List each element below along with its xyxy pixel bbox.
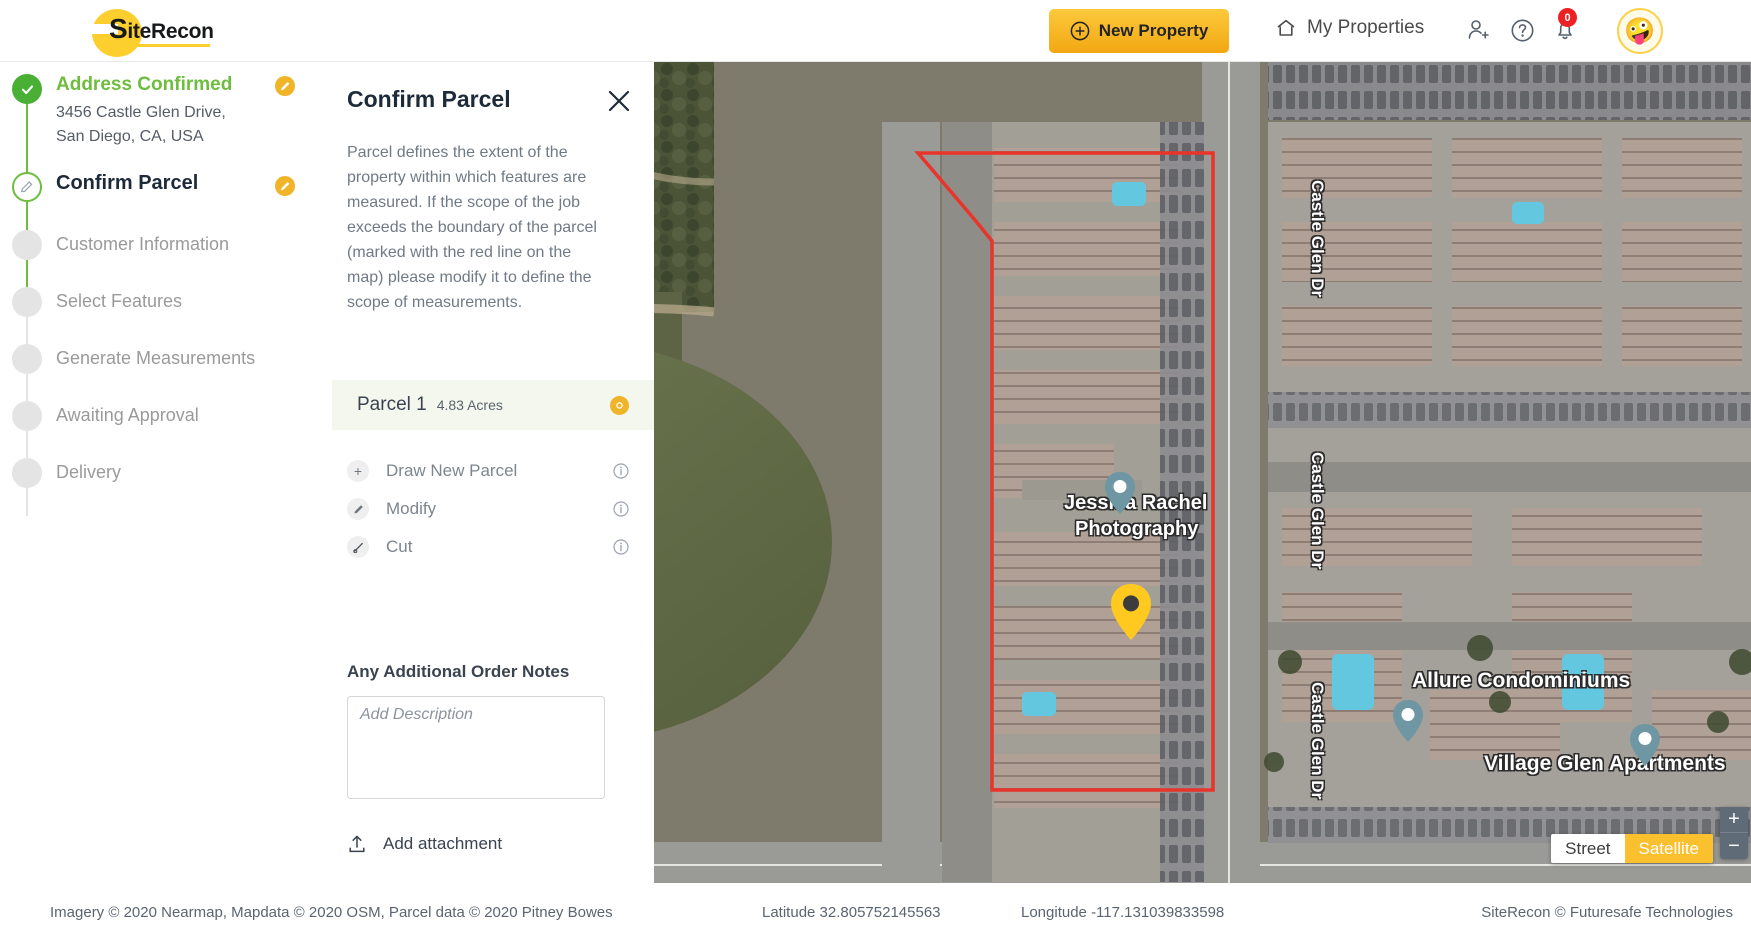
step-label: Select Features (56, 291, 183, 311)
cut-parcel-button[interactable]: Cut (347, 528, 629, 566)
info-icon[interactable] (613, 463, 629, 479)
edit-address-button[interactable] (275, 76, 295, 96)
sidebar-step-confirm-parcel[interactable]: Confirm Parcel (0, 172, 295, 202)
parcel-list-item[interactable]: Parcel 1 4.83 Acres (332, 380, 654, 430)
step-status-icon-pending (12, 230, 42, 260)
scissors-icon (347, 536, 369, 558)
close-icon[interactable] (606, 88, 632, 114)
user-avatar[interactable]: 🤪 (1617, 8, 1663, 54)
new-property-button[interactable]: New Property (1049, 9, 1229, 53)
parcel-area: 4.83 Acres (436, 397, 503, 413)
draw-new-parcel-button[interactable]: + Draw New Parcel (347, 452, 629, 490)
sidebar-step-delivery[interactable]: Delivery (0, 458, 122, 488)
step-label: Confirm Parcel (56, 172, 199, 194)
scissors-glyph (352, 542, 363, 553)
step-status-icon-current (12, 172, 42, 202)
app-footer: Imagery © 2020 Nearmap, Mapdata © 2020 O… (0, 883, 1751, 945)
sidebar-step-select-features[interactable]: Select Features (0, 287, 183, 317)
sidebar-step-customer-information[interactable]: Customer Information (0, 230, 230, 260)
step-label: Address Confirmed (56, 74, 233, 95)
upload-icon (349, 835, 365, 853)
parcel-options-icon[interactable] (610, 395, 629, 415)
notification-badge: 0 (1558, 8, 1577, 27)
basemap-option-satellite[interactable]: Satellite (1624, 834, 1713, 863)
panel-description: Parcel defines the extent of the propert… (347, 144, 597, 311)
pencil-icon (347, 498, 369, 520)
app-header: SiteRecon New Property My Properties 0 🤪 (0, 0, 1751, 62)
check-icon (21, 84, 33, 94)
zoom-out-button[interactable]: − (1720, 833, 1748, 859)
parcel-name: Parcel 1 (357, 394, 427, 415)
home-icon (1277, 19, 1295, 36)
tool-label: Draw New Parcel (386, 461, 518, 480)
step-status-icon-pending (12, 287, 42, 317)
footer-brand: SiteRecon © Futuresafe Technologies (1481, 904, 1733, 921)
pencil-icon (280, 81, 289, 90)
new-property-label: New Property (1098, 21, 1209, 40)
step-label: Awaiting Approval (56, 405, 199, 425)
step-label: Generate Measurements (56, 348, 256, 368)
add-attachment-button[interactable]: Add attachment (347, 834, 502, 854)
pencil-icon (280, 181, 289, 190)
step-address-text: 3456 Castle Glen Drive, San Diego, CA, U… (56, 104, 226, 145)
my-properties-link[interactable]: My Properties (1275, 17, 1424, 39)
tool-label: Cut (386, 537, 413, 556)
logo-text: SiteRecon (109, 15, 214, 44)
info-icon[interactable] (613, 539, 629, 555)
map-zoom-controls[interactable]: + − (1720, 807, 1748, 859)
footer-latitude: Latitude 32.805752145563 (762, 904, 941, 921)
edit-parcel-button[interactable] (275, 176, 295, 196)
zoom-in-button[interactable]: + (1720, 807, 1748, 833)
confirm-parcel-panel: Confirm Parcel Parcel defines the extent… (322, 62, 654, 883)
sidebar-step-address-confirmed[interactable]: Address Confirmed 3456 Castle Glen Drive… (0, 74, 295, 149)
logo-underline-shape (122, 44, 210, 47)
step-label: Delivery (56, 462, 122, 482)
order-notes-input[interactable] (347, 696, 605, 799)
add-attachment-label: Add attachment (383, 834, 503, 853)
sidebar-step-generate-measurements[interactable]: Generate Measurements (0, 344, 256, 374)
dot-icon (616, 401, 623, 409)
logo-text-rest: iteRecon (127, 20, 214, 43)
my-properties-label: My Properties (1307, 17, 1425, 38)
basemap-option-street[interactable]: Street (1551, 834, 1625, 863)
step-status-icon-pending (12, 344, 42, 374)
footer-longitude: Longitude -117.131039833598 (1021, 904, 1225, 921)
modify-parcel-button[interactable]: Modify (347, 490, 629, 528)
plus-icon: + (347, 460, 369, 482)
help-circle-icon[interactable] (1510, 18, 1535, 43)
info-icon[interactable] (613, 501, 629, 517)
step-label: Customer Information (56, 234, 230, 254)
step-status-icon-pending (12, 458, 42, 488)
basemap-toggle[interactable]: Street Satellite (1551, 834, 1713, 863)
sidebar-step-awaiting-approval[interactable]: Awaiting Approval (0, 401, 199, 431)
pencil-icon (20, 181, 33, 193)
panel-title: Confirm Parcel (347, 86, 511, 112)
sitereacon-logo[interactable]: SiteRecon (90, 6, 214, 57)
tool-label: Modify (386, 499, 437, 518)
plus-circle-icon (1070, 21, 1090, 41)
order-notes-label: Any Additional Order Notes (347, 662, 570, 681)
step-status-icon-done (12, 74, 42, 104)
footer-imagery-credit: Imagery © 2020 Nearmap, Mapdata © 2020 O… (50, 904, 613, 921)
avatar-emoji: 🤪 (1624, 16, 1656, 45)
add-user-icon[interactable] (1466, 18, 1490, 42)
pencil-glyph (353, 504, 363, 513)
order-progress-stepper: Address Confirmed 3456 Castle Glen Drive… (0, 62, 320, 883)
logo-text-prefix: S (109, 13, 128, 44)
step-status-icon-pending (12, 401, 42, 431)
